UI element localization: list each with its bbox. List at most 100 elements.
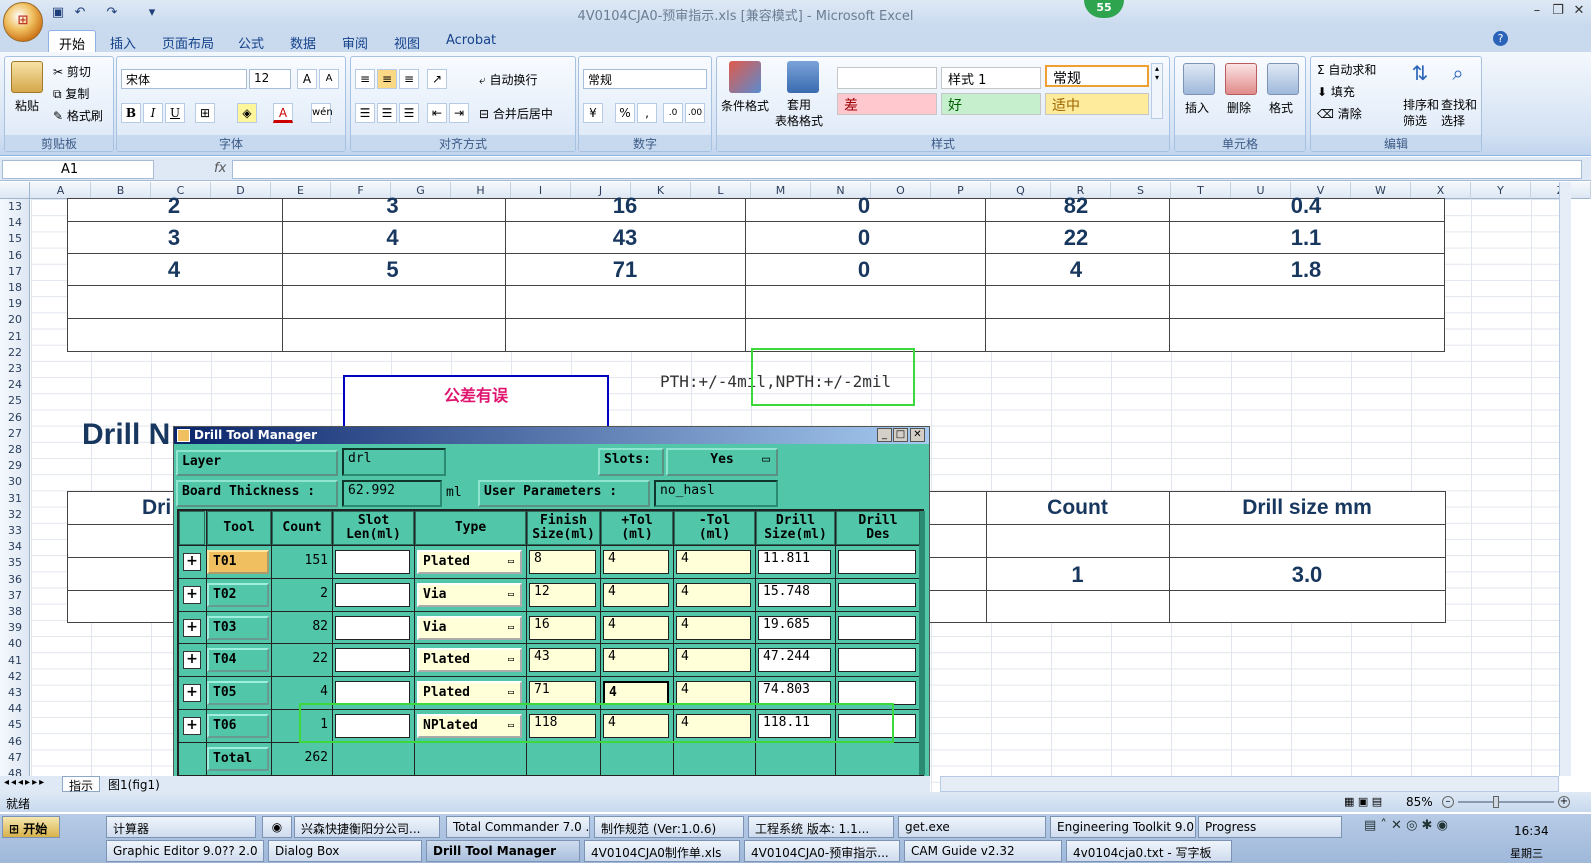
drill-size-input[interactable]: 19.685 [758,616,831,640]
row-header[interactable]: 28 [0,442,30,458]
tray-icons[interactable]: ▤ ˄ ✕ ◎ ✱ ◉ [1364,818,1484,833]
row-header[interactable]: 41 [0,653,30,669]
slot-length-input[interactable] [335,681,410,705]
zoom-out-icon[interactable]: – [1442,796,1454,808]
task-button[interactable]: 兴森快捷衡阳分公司... [294,816,440,838]
tab-page-layout[interactable]: 页面布局 [152,30,224,52]
row-header[interactable]: 26 [0,410,30,426]
task-button[interactable]: 工程系统 版本: 1.1... [748,816,894,838]
task-button[interactable]: Drill Tool Manager [426,840,580,862]
row-header[interactable]: 30 [0,474,30,490]
finish-size-input[interactable]: 71 [529,681,596,705]
expand-icon[interactable]: + [183,684,201,702]
name-box[interactable]: A1 [2,160,154,179]
sort-filter-icon[interactable]: ⇅ [1405,61,1435,91]
row-header[interactable]: 39 [0,620,30,636]
drill-des-input[interactable] [838,616,916,640]
expand-icon[interactable]: + [183,651,201,669]
tool-button[interactable]: T03 [207,616,269,640]
finish-size-input[interactable]: 12 [529,583,596,607]
sort-filter-button[interactable]: 排序和 筛选 [1403,97,1439,129]
delete-cells-button[interactable]: 删除 [1227,99,1251,116]
increase-decimal-icon[interactable]: .0 [663,103,683,123]
decrease-decimal-icon[interactable]: .00 [685,103,705,123]
delete-cells-icon[interactable] [1225,63,1257,95]
user-params-field[interactable]: no_hasl [654,480,778,507]
shrink-font-icon[interactable]: A [319,69,339,89]
minimize-icon[interactable]: – [1527,3,1547,19]
minus-tol-input[interactable]: 4 [676,550,751,574]
align-top-icon[interactable]: ≡ [355,69,375,89]
row-header[interactable]: 31 [0,491,30,507]
slot-length-input[interactable] [335,616,410,640]
tab-formulas[interactable]: 公式 [228,30,274,52]
type-select[interactable]: Plated ▭ [417,681,522,705]
sheet-tab-instructions[interactable]: 指示 [62,776,101,793]
format-cells-icon[interactable] [1267,63,1299,95]
plus-tol-input[interactable]: 4 [603,648,669,672]
font-name-select[interactable]: 宋体 [121,69,247,89]
tab-insert[interactable]: 插入 [100,30,146,52]
task-button[interactable]: get.exe [898,816,1046,838]
dialog-minimize-icon[interactable]: _ [877,428,892,442]
tab-review[interactable]: 审阅 [332,30,378,52]
format-cells-button[interactable]: 格式 [1269,99,1293,116]
drill-des-input[interactable] [838,550,916,574]
row-header[interactable]: 35 [0,555,30,571]
layer-field[interactable]: drl [342,448,446,476]
paste-icon[interactable] [11,61,43,93]
task-button[interactable]: 4V0104CJA0-预审指示... [744,840,900,862]
expand-icon[interactable]: + [183,553,201,571]
task-button[interactable]: 4v0104cja0.txt - 写字板 [1066,840,1232,862]
finish-size-input[interactable]: 16 [529,616,596,640]
zoom-level[interactable]: 85% [1406,795,1433,809]
style-good[interactable]: 好 [941,93,1041,115]
annotation-box[interactable]: 公差有误 [343,375,609,432]
vertical-scrollbar[interactable] [1559,182,1571,776]
row-header[interactable]: 19 [0,296,30,312]
font-size-select[interactable]: 12 [249,69,291,89]
view-mode-icons[interactable]: ▦ ▣ ▤ [1344,795,1382,808]
row-header[interactable]: 22 [0,345,30,361]
drill-des-input[interactable] [838,583,916,607]
office-button[interactable]: ⊞ [3,2,43,42]
row-header[interactable]: 15 [0,231,30,247]
drill-size-input[interactable]: 11.811 [758,550,831,574]
row-header[interactable]: 23 [0,361,30,377]
wrap-text-button[interactable]: ⤶ 自动换行 [479,71,538,88]
currency-icon[interactable]: ¥ [583,103,603,123]
type-select[interactable]: Via ▭ [417,583,522,607]
fill-button[interactable]: ⬇ 填充 [1317,83,1355,100]
minus-tol-input[interactable]: 4 [676,681,751,705]
tool-button[interactable]: T05 [207,681,269,705]
decrease-indent-icon[interactable]: ⇤ [427,103,447,123]
row-header[interactable]: 36 [0,572,30,588]
row-header[interactable]: 17 [0,264,30,280]
minus-tol-input[interactable]: 4 [676,583,751,607]
tool-button[interactable]: T02 [207,583,269,607]
task-button[interactable]: CAM Guide v2.32 [904,840,1062,862]
row-header[interactable]: 33 [0,523,30,539]
italic-button[interactable]: I [143,103,163,123]
font-color-icon[interactable]: A [273,103,293,123]
row-header[interactable]: 42 [0,669,30,685]
slot-length-input[interactable] [335,648,410,672]
tools-table-scrollbar[interactable] [919,511,925,775]
row-header[interactable]: 46 [0,734,30,750]
row-header[interactable]: 40 [0,636,30,652]
task-button[interactable]: Engineering Toolkit 9.0... [1050,816,1196,838]
drill-des-input[interactable] [838,681,916,705]
tab-data[interactable]: 数据 [280,30,326,52]
plus-tol-input[interactable]: 4 [603,583,669,607]
find-select-button[interactable]: 查找和 选择 [1441,97,1477,129]
merge-center-button[interactable]: ⊟ 合并后居中 [479,105,553,122]
insert-cells-button[interactable]: 插入 [1185,99,1209,116]
row-header[interactable]: 25 [0,393,30,409]
conditional-format-button[interactable]: 条件格式 [721,97,769,114]
type-select[interactable]: Plated ▭ [417,648,522,672]
insert-cells-icon[interactable] [1183,63,1215,95]
row-header[interactable]: 47 [0,750,30,766]
slots-select[interactable]: Yes ▭ [666,448,778,476]
row-header[interactable]: 38 [0,604,30,620]
align-left-icon[interactable]: ☰ [355,103,375,123]
